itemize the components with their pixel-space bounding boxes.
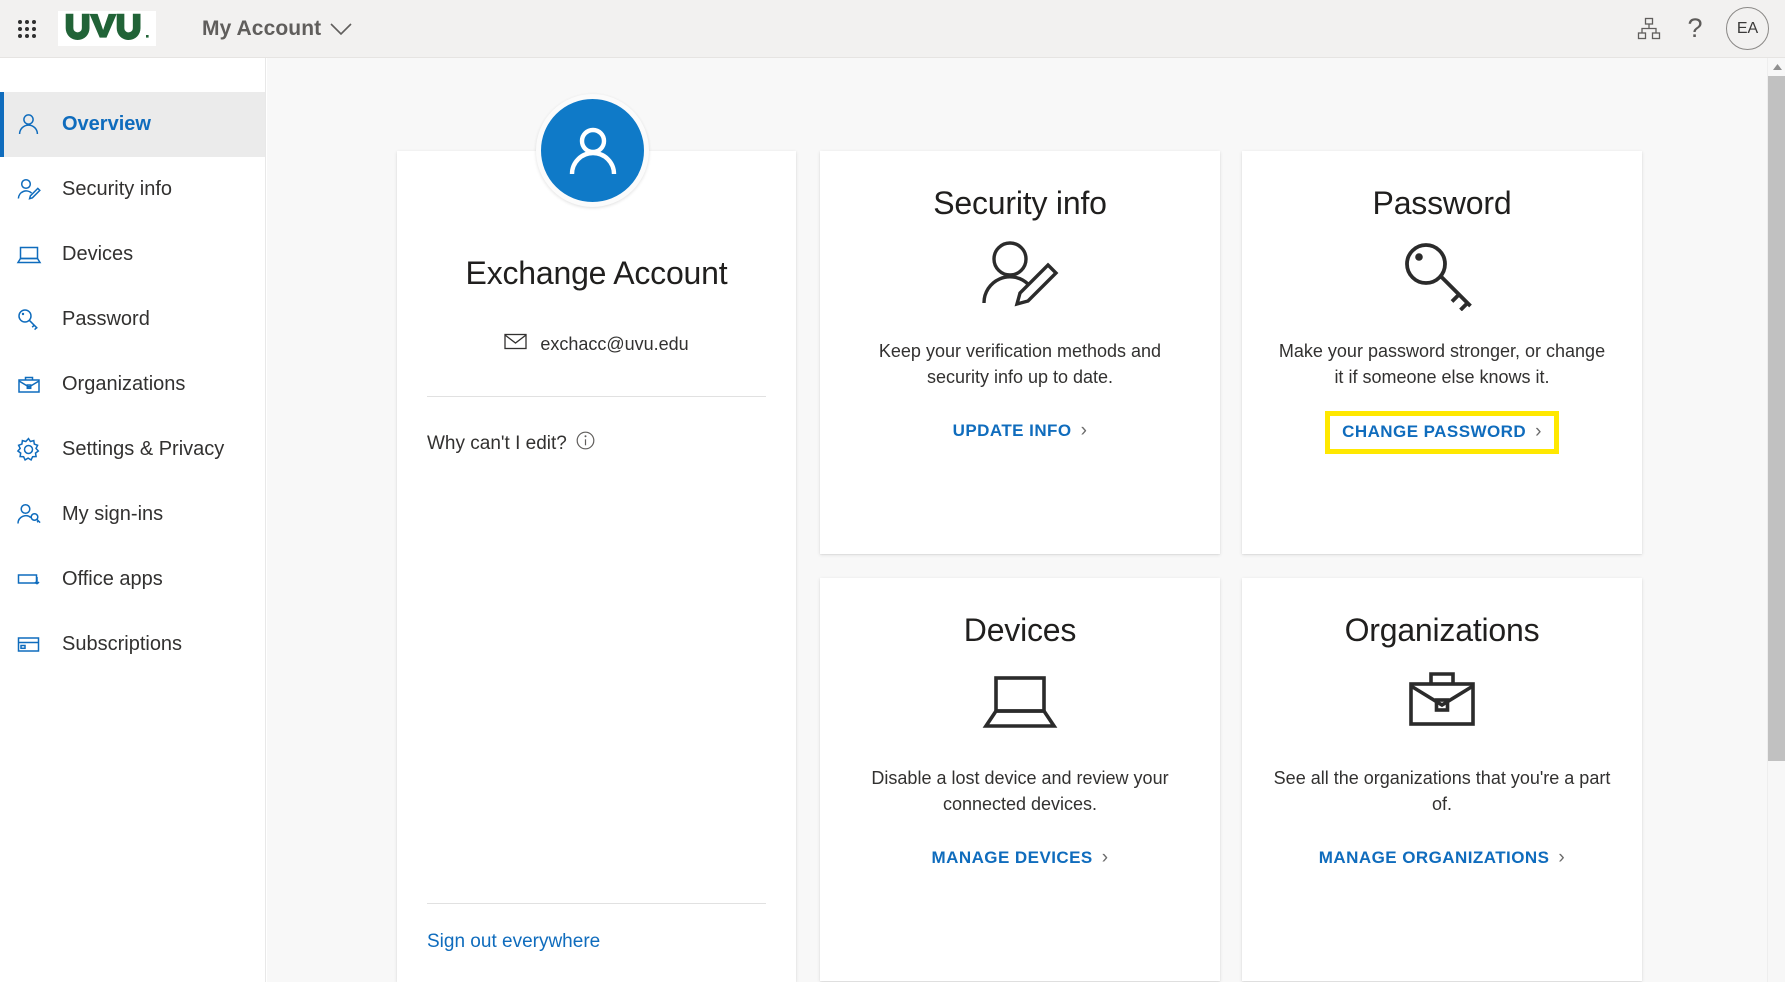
chevron-right-icon: › bbox=[1558, 847, 1565, 869]
manage-organizations-link[interactable]: MANAGE ORGANIZATIONS › bbox=[1319, 847, 1565, 869]
card-icon bbox=[16, 630, 50, 660]
key-icon bbox=[16, 305, 50, 335]
profile-divider bbox=[427, 396, 766, 397]
sidebar-item-overview[interactable]: Overview bbox=[0, 92, 265, 157]
sidebar-item-label: Office apps bbox=[62, 568, 163, 591]
sidebar-item-my-sign-ins[interactable]: My sign-ins bbox=[0, 482, 265, 547]
app-launcher-icon[interactable] bbox=[14, 16, 40, 42]
sidebar-item-office-apps[interactable]: Office apps bbox=[0, 547, 265, 612]
sidebar-item-label: Security info bbox=[62, 178, 172, 201]
sidebar-item-password[interactable]: Password bbox=[0, 287, 265, 352]
org-chart-icon[interactable] bbox=[1626, 6, 1672, 52]
sidebar-item-label: Password bbox=[62, 308, 150, 331]
change-password-link[interactable]: CHANGE PASSWORD › bbox=[1325, 411, 1559, 454]
avatar[interactable]: EA bbox=[1726, 7, 1769, 50]
help-icon[interactable]: ? bbox=[1672, 6, 1718, 52]
profile-card: Exchange Account exchacc@uvu.edu Why can… bbox=[397, 151, 796, 982]
sidebar-item-organizations[interactable]: Organizations bbox=[0, 352, 265, 417]
sidebar-item-label: Organizations bbox=[62, 373, 185, 396]
person-icon bbox=[562, 120, 624, 182]
sidebar-item-security-info[interactable]: Security info bbox=[0, 157, 265, 222]
sidebar: Overview Security info Devices bbox=[0, 58, 266, 982]
sidebar-item-subscriptions[interactable]: Subscriptions bbox=[0, 612, 265, 677]
sidebar-item-settings-privacy[interactable]: Settings & Privacy bbox=[0, 417, 265, 482]
key-icon bbox=[1398, 232, 1486, 316]
sign-out-everywhere-link[interactable]: Sign out everywhere bbox=[427, 931, 796, 953]
manage-organizations-label: MANAGE ORGANIZATIONS bbox=[1319, 848, 1550, 868]
profile-avatar bbox=[536, 94, 649, 207]
page-root: My Account ? EA bbox=[0, 0, 1785, 982]
update-info-label: UPDATE INFO bbox=[953, 421, 1072, 441]
briefcase-icon bbox=[16, 370, 50, 400]
password-tile: Password Make your password stronger, or… bbox=[1242, 151, 1642, 554]
profile-email-value: exchacc@uvu.edu bbox=[540, 334, 688, 355]
sidebar-item-label: Devices bbox=[62, 243, 133, 266]
chevron-right-icon: › bbox=[1535, 421, 1542, 443]
chevron-right-icon: › bbox=[1081, 420, 1088, 442]
scroll-up-arrow-icon[interactable] bbox=[1768, 58, 1785, 76]
organizations-tile: Organizations See all the organizations … bbox=[1242, 578, 1642, 981]
why-cant-i-edit-link[interactable]: Why can't I edit? bbox=[427, 431, 796, 456]
tile-title: Password bbox=[1373, 185, 1512, 222]
profile-footer-divider bbox=[427, 903, 766, 904]
cards-area: Exchange Account exchacc@uvu.edu Why can… bbox=[267, 58, 1767, 151]
help-glyph: ? bbox=[1687, 15, 1702, 42]
manage-devices-label: MANAGE DEVICES bbox=[932, 848, 1093, 868]
gear-icon bbox=[16, 435, 50, 465]
top-header: My Account ? EA bbox=[0, 0, 1785, 58]
chevron-down-icon bbox=[330, 22, 352, 36]
laptop-icon bbox=[976, 659, 1064, 743]
account-menu[interactable]: My Account bbox=[202, 17, 352, 41]
chevron-right-icon: › bbox=[1102, 847, 1109, 869]
sidebar-item-label: Overview bbox=[62, 113, 151, 136]
change-password-label: CHANGE PASSWORD bbox=[1342, 422, 1526, 442]
sidebar-item-label: My sign-ins bbox=[62, 503, 163, 526]
account-menu-label: My Account bbox=[202, 17, 321, 41]
manage-devices-link[interactable]: MANAGE DEVICES › bbox=[932, 847, 1109, 869]
profile-email-row: exchacc@uvu.edu bbox=[397, 333, 796, 355]
scrollbar-thumb[interactable] bbox=[1768, 76, 1785, 761]
envelope-icon bbox=[504, 333, 527, 355]
tile-title: Organizations bbox=[1345, 612, 1540, 649]
tile-description: Keep your verification methods and secur… bbox=[850, 338, 1190, 390]
update-info-link[interactable]: UPDATE INFO › bbox=[953, 420, 1088, 442]
tile-description: Make your password stronger, or change i… bbox=[1272, 338, 1612, 390]
person-edit-icon bbox=[976, 232, 1064, 316]
sidebar-item-devices[interactable]: Devices bbox=[0, 222, 265, 287]
tile-title: Devices bbox=[964, 612, 1076, 649]
person-key-icon bbox=[16, 500, 50, 530]
info-icon[interactable] bbox=[576, 431, 595, 456]
devices-tile: Devices Disable a lost device and review… bbox=[820, 578, 1220, 981]
sidebar-item-label: Settings & Privacy bbox=[62, 438, 224, 461]
avatar-initials: EA bbox=[1737, 20, 1758, 38]
main-content: Exchange Account exchacc@uvu.edu Why can… bbox=[267, 58, 1767, 982]
uvu-logo[interactable] bbox=[58, 11, 156, 46]
profile-card-footer: Sign out everywhere bbox=[397, 903, 796, 953]
tile-description: See all the organizations that you're a … bbox=[1272, 765, 1612, 817]
office-apps-icon bbox=[16, 565, 50, 595]
security-info-tile: Security info Keep your verification met… bbox=[820, 151, 1220, 554]
laptop-icon bbox=[16, 240, 50, 270]
person-edit-icon bbox=[16, 175, 50, 205]
tile-title: Security info bbox=[933, 185, 1106, 222]
profile-name: Exchange Account bbox=[397, 255, 796, 292]
person-icon bbox=[16, 110, 50, 140]
briefcase-icon bbox=[1398, 659, 1486, 743]
vertical-scrollbar[interactable] bbox=[1767, 58, 1785, 982]
why-cant-i-edit-label: Why can't I edit? bbox=[427, 433, 567, 455]
tile-description: Disable a lost device and review your co… bbox=[850, 765, 1190, 817]
sidebar-item-label: Subscriptions bbox=[62, 633, 182, 656]
